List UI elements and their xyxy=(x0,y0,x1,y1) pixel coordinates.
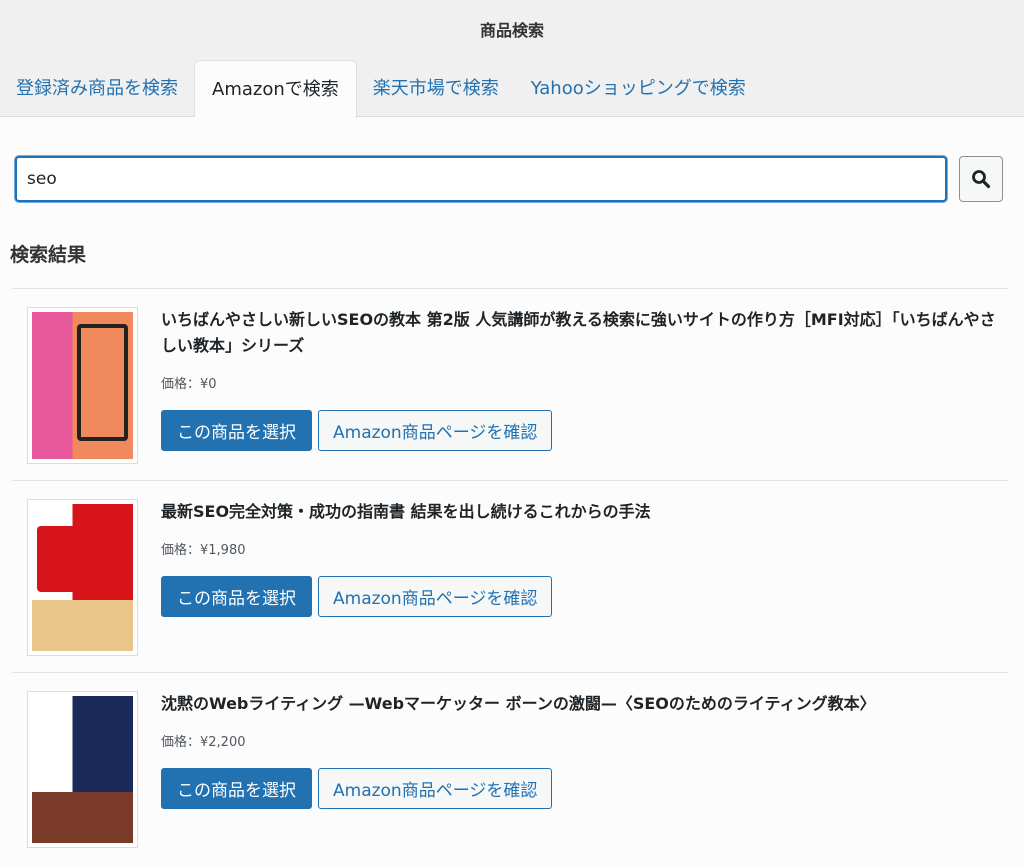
result-info: いちばんやさしい新しいSEOの教本 第2版 人気講師が教える検索に強いサイトの作… xyxy=(161,307,998,451)
result-item: いちばんやさしい新しいSEOの教本 第2版 人気講師が教える検索に強いサイトの作… xyxy=(12,288,1008,480)
search-icon xyxy=(972,170,991,189)
search-input[interactable] xyxy=(15,156,947,202)
book-cover-image xyxy=(27,307,138,464)
tab-amazon[interactable]: Amazonで検索 xyxy=(194,60,357,118)
result-info: 最新SEO完全対策・成功の指南書 結果を出し続けるこれからの手法 価格：¥1,9… xyxy=(161,499,998,617)
result-item: 沈黙のWebライティング —Webマーケッター ボーンの激闘—〈SEOのためのラ… xyxy=(12,672,1008,864)
product-price: 価格：¥2,200 xyxy=(161,735,246,750)
search-button[interactable] xyxy=(959,156,1003,202)
select-product-button[interactable]: この商品を選択 xyxy=(161,576,312,617)
tab-rakuten[interactable]: 楽天市場で検索 xyxy=(357,60,515,118)
tab-bar: 登録済み商品を検索 Amazonで検索 楽天市場で検索 Yahooショッピングで… xyxy=(0,60,762,118)
product-price: 価格：¥1,980 xyxy=(161,543,246,558)
search-bar xyxy=(15,156,1003,202)
results-heading: 検索結果 xyxy=(10,244,87,266)
product-price: 価格：¥0 xyxy=(161,377,217,392)
select-product-button[interactable]: この商品を選択 xyxy=(161,410,312,451)
header: 商品検索 登録済み商品を検索 Amazonで検索 楽天市場で検索 Yahooショ… xyxy=(0,0,1024,118)
product-title: 沈黙のWebライティング —Webマーケッター ボーンの激闘—〈SEOのためのラ… xyxy=(161,694,876,713)
select-product-button[interactable]: この商品を選択 xyxy=(161,768,312,809)
view-amazon-page-button[interactable]: Amazon商品ページを確認 xyxy=(318,768,553,809)
tab-yahoo[interactable]: Yahooショッピングで検索 xyxy=(515,60,762,118)
results-list: いちばんやさしい新しいSEOの教本 第2版 人気講師が教える検索に強いサイトの作… xyxy=(12,288,1008,864)
view-amazon-page-button[interactable]: Amazon商品ページを確認 xyxy=(318,576,553,617)
book-cover-image xyxy=(27,691,138,848)
page-title: 商品検索 xyxy=(479,21,544,40)
book-cover-image xyxy=(27,499,138,656)
result-item: 最新SEO完全対策・成功の指南書 結果を出し続けるこれからの手法 価格：¥1,9… xyxy=(12,480,1008,672)
product-title: 最新SEO完全対策・成功の指南書 結果を出し続けるこれからの手法 xyxy=(161,502,651,521)
tab-registered[interactable]: 登録済み商品を検索 xyxy=(0,60,194,118)
view-amazon-page-button[interactable]: Amazon商品ページを確認 xyxy=(318,410,553,451)
result-info: 沈黙のWebライティング —Webマーケッター ボーンの激闘—〈SEOのためのラ… xyxy=(161,691,998,809)
product-title: いちばんやさしい新しいSEOの教本 第2版 人気講師が教える検索に強いサイトの作… xyxy=(161,310,996,355)
